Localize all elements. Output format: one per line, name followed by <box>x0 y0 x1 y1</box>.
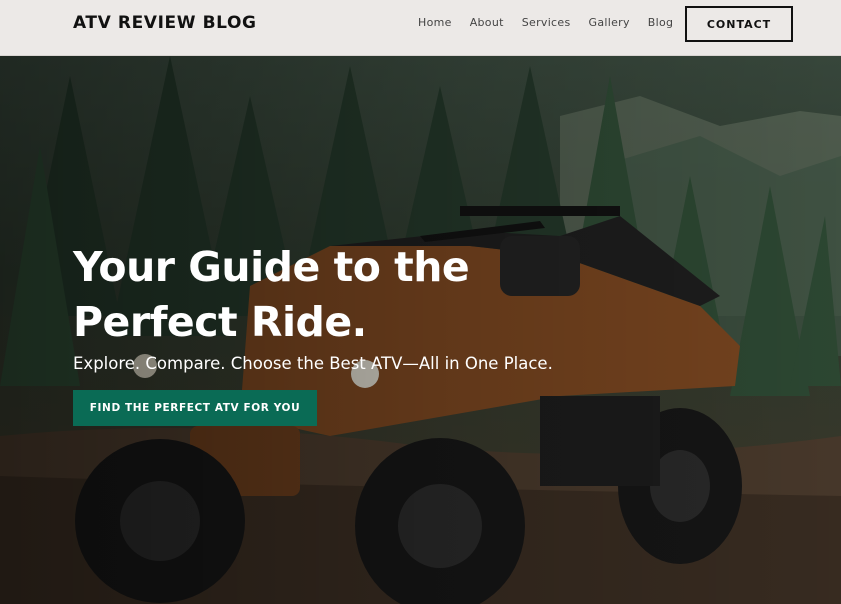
nav-blog[interactable]: Blog <box>648 16 674 29</box>
hero-section: Your Guide to the Perfect Ride. Explore.… <box>0 56 841 604</box>
nav-home[interactable]: Home <box>418 16 452 29</box>
hero-headline: Your Guide to the Perfect Ride. <box>73 240 533 350</box>
headline-line-2: Perfect Ride. <box>73 298 367 346</box>
nav-gallery[interactable]: Gallery <box>589 16 630 29</box>
hero-subline: Explore. Compare. Choose the Best ATV—Al… <box>73 354 553 373</box>
contact-button[interactable]: CONTACT <box>685 6 793 42</box>
nav-services[interactable]: Services <box>522 16 571 29</box>
nav-about[interactable]: About <box>470 16 504 29</box>
site-header: ATV REVIEW BLOG Home About Services Gall… <box>0 0 841 56</box>
find-atv-button[interactable]: FIND THE PERFECT ATV FOR YOU <box>73 390 317 426</box>
headline-line-1: Your Guide to the <box>73 243 470 291</box>
main-nav: Home About Services Gallery Blog <box>418 16 691 29</box>
site-logo[interactable]: ATV REVIEW BLOG <box>73 13 257 33</box>
